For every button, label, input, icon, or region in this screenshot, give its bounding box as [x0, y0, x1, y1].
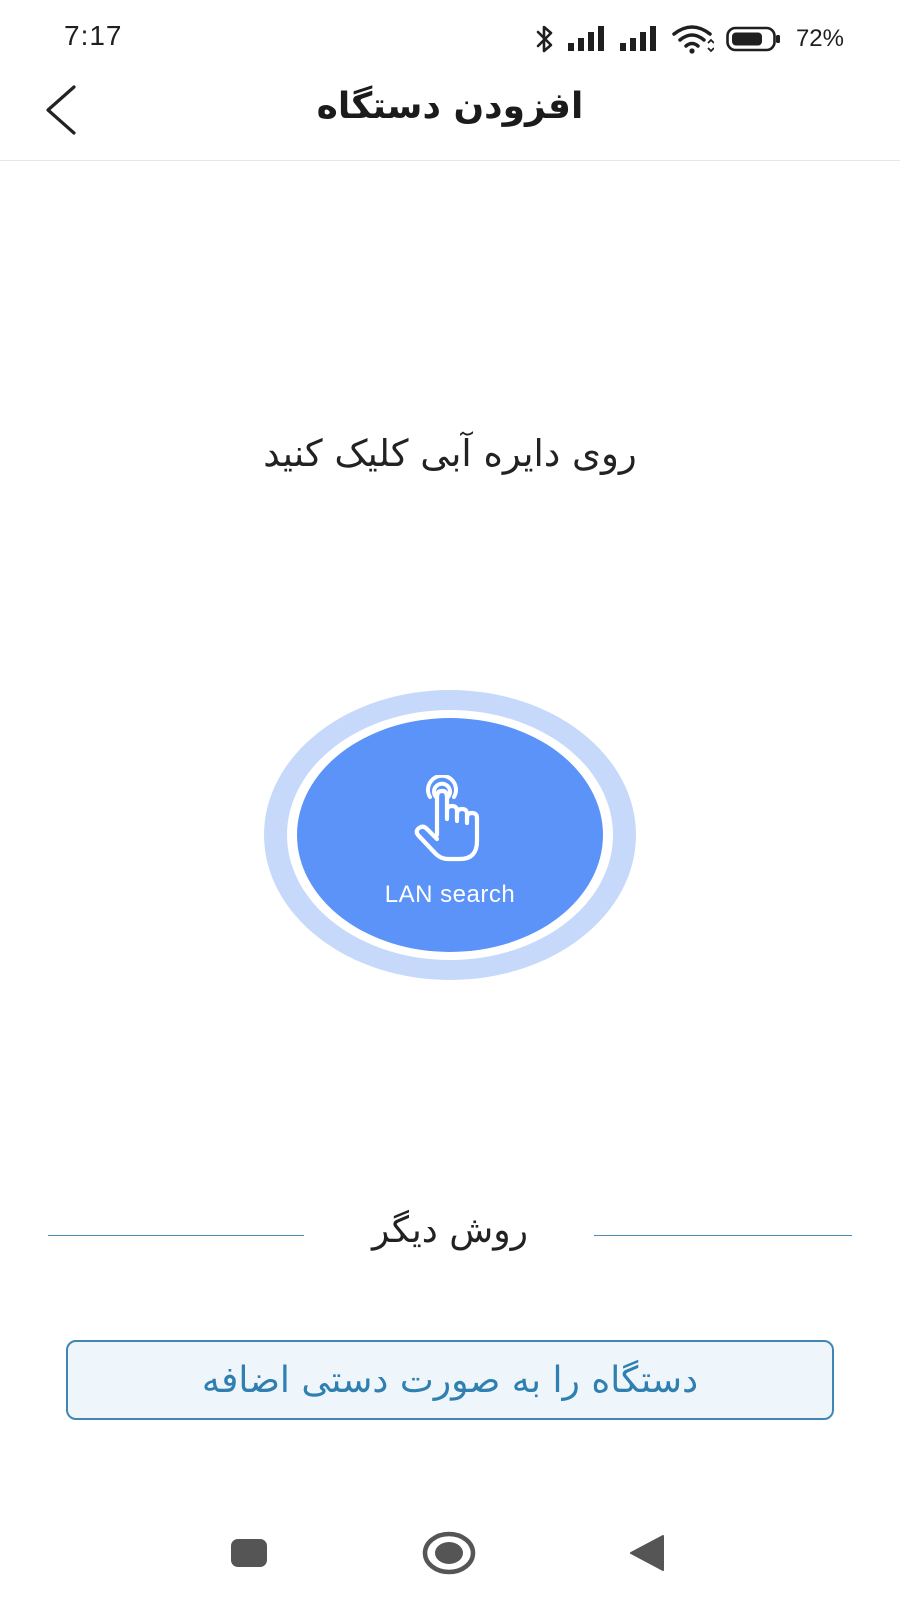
search-ring: LAN search — [287, 710, 613, 960]
recents-button[interactable] — [214, 1520, 284, 1590]
instruction-text: روی دایره آبی کلیک کنید — [263, 432, 637, 475]
lan-search-label: LAN search — [384, 881, 516, 908]
battery-percent: 72% — [795, 25, 844, 52]
hand-tap-icon — [400, 773, 500, 869]
other-method-divider: روش دیگر — [48, 1210, 852, 1260]
manual-add-label: دستگاه را به صورت دستی اضافه — [201, 1359, 699, 1401]
battery-icon — [726, 26, 782, 52]
home-button[interactable] — [414, 1520, 484, 1590]
divider-text: روش دیگر — [372, 1210, 528, 1251]
status-bar: 7:17 72% — [0, 0, 900, 76]
home-icon — [421, 1529, 477, 1581]
recents-icon — [229, 1536, 269, 1574]
signal-icon — [619, 25, 660, 53]
lan-search-button[interactable]: LAN search — [264, 690, 636, 980]
signal-icon — [567, 25, 608, 53]
status-time: 7:17 — [64, 20, 123, 51]
system-nav-bar — [0, 1520, 900, 1590]
system-back-button[interactable] — [612, 1520, 682, 1590]
add-device-screen: 7:17 72% افزودن دستگاه روی دایره آبی کلی… — [0, 0, 900, 1600]
wifi-icon — [672, 24, 714, 54]
bluetooth-icon — [534, 24, 556, 54]
manual-add-button[interactable]: دستگاه را به صورت دستی اضافه — [66, 1340, 834, 1420]
search-inner-circle: LAN search — [297, 718, 603, 952]
back-triangle-icon — [627, 1533, 667, 1577]
status-icons: 72% — [534, 22, 844, 56]
app-header: افزودن دستگاه — [0, 76, 900, 161]
page-title: افزودن دستگاه — [316, 86, 584, 127]
